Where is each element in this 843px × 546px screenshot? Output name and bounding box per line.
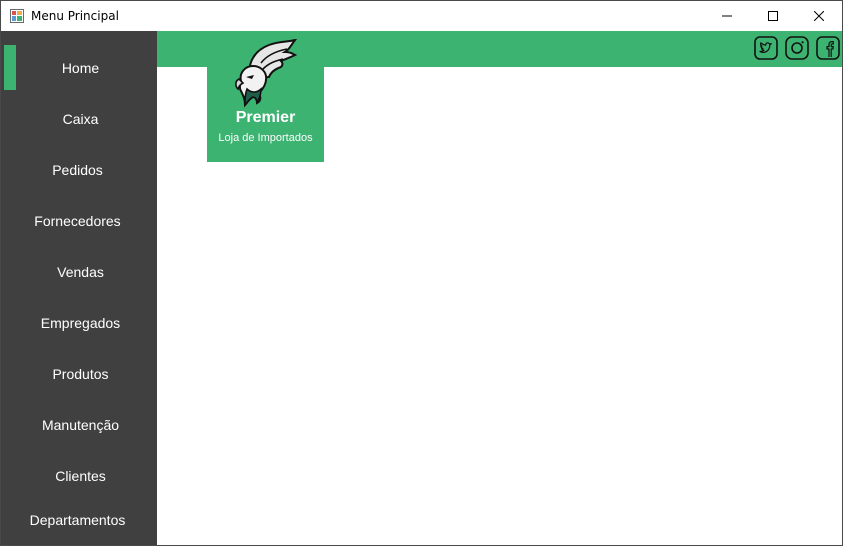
sidebar-item-label: Vendas (57, 264, 104, 280)
sidebar-item-departamentos[interactable]: Departamentos (1, 502, 154, 538)
brand-subtitle: Loja de Importados (218, 132, 313, 144)
close-button[interactable] (796, 1, 842, 31)
sidebar-item-clientes[interactable]: Clientes (4, 458, 157, 494)
sidebar-item-label: Manutenção (41, 417, 120, 433)
maximize-icon (768, 11, 778, 21)
sidebar-item-label: Produtos (52, 366, 109, 382)
sidebar-item-label: Fornecedores (34, 213, 121, 229)
sidebar-item-label: Caixa (62, 111, 99, 127)
sidebar-item-label: Departamentos (29, 512, 126, 528)
sidebar-item-produtos[interactable]: Produtos (4, 356, 157, 392)
title-bar[interactable]: Menu Principal (1, 1, 842, 31)
app-icon (10, 9, 24, 23)
sidebar-item-label: Empregados (40, 315, 121, 331)
instagram-icon[interactable] (785, 36, 809, 60)
sidebar: Home Caixa Pedidos Fornecedores Vendas E… (1, 31, 157, 545)
sidebar-item-home[interactable]: Home (4, 50, 157, 86)
main-window: Menu Principal Home Caixa Pedidos Fornec… (0, 0, 843, 546)
brand-name: Premier (235, 109, 296, 126)
minimize-button[interactable] (704, 1, 750, 31)
sidebar-item-label: Home (61, 60, 100, 76)
sidebar-item-empregados[interactable]: Empregados (4, 305, 157, 341)
twitter-icon[interactable] (754, 36, 778, 60)
sidebar-item-pedidos[interactable]: Pedidos (1, 152, 154, 188)
sidebar-item-vendas[interactable]: Vendas (4, 254, 157, 290)
sidebar-item-fornecedores[interactable]: Fornecedores (1, 203, 154, 239)
window-title: Menu Principal (31, 9, 119, 23)
close-icon (814, 11, 824, 21)
sidebar-item-caixa[interactable]: Caixa (4, 101, 157, 137)
minimize-icon (722, 15, 732, 17)
sidebar-item-manutencao[interactable]: Manutenção (4, 407, 157, 443)
brand-logo: Premier Loja de Importados (207, 31, 324, 162)
sidebar-item-label: Clientes (55, 468, 106, 484)
eagle-logo-icon (235, 39, 298, 108)
facebook-icon[interactable] (816, 36, 840, 60)
sidebar-item-label: Pedidos (52, 162, 103, 178)
maximize-button[interactable] (750, 1, 796, 31)
